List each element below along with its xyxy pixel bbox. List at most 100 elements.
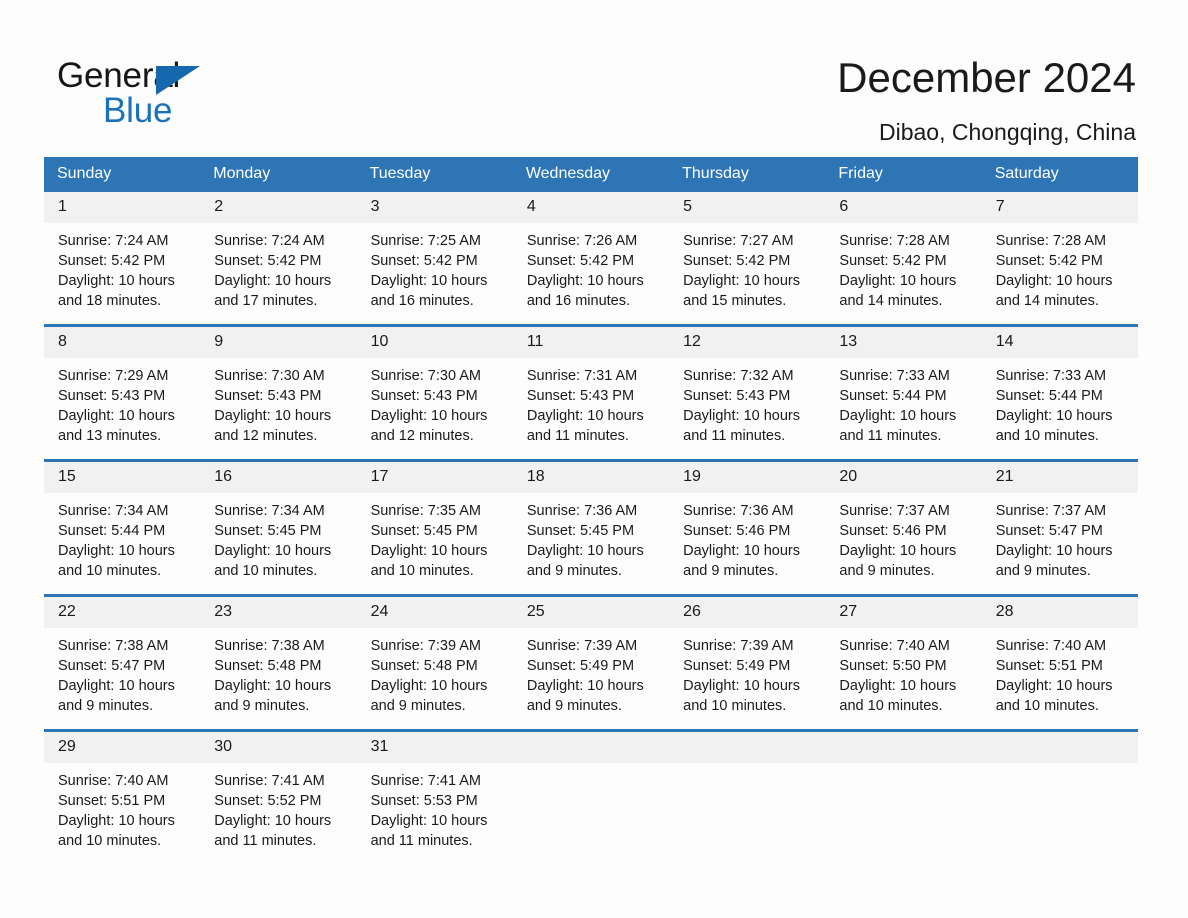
daylight-text-line1: Daylight: 10 hours [526,678,644,694]
day-number: 9 [200,327,357,358]
sunrise-text: Sunrise: 7:39 AM [526,638,638,654]
day-details: Sunrise: 7:37 AM Sunset: 5:47 PM Daylight:… [982,493,1138,581]
calendar-day-cell[interactable]: 8 Sunrise: 7:29 AM Sunset: 5:43 PM Daylight… [44,324,201,461]
calendar-day-cell[interactable]: 26 Sunrise: 7:39 AM Sunset: 5:49 PM Dayligh… [669,594,826,731]
calendar-day-cell[interactable]: 22 Sunrise: 7:38 AM Sunset: 5:47 PM Dayligh… [44,594,201,731]
sunrise-text: Sunrise: 7:40 AM [839,638,950,654]
sunrise-text: Sunrise: 7:27 AM [683,233,794,249]
daylight-text-line2: and 9 minutes. [370,698,466,714]
daylight-text-line2: and 12 minutes. [214,428,318,444]
calendar-week-row: 1 Sunrise: 7:24 AM Sunset: 5:42 PM Daylight… [44,192,1138,326]
daylight-text-line1: Daylight: 10 hours [526,408,644,424]
calendar-day-cell[interactable]: 6 Sunrise: 7:28 AM Sunset: 5:42 PM Daylight… [825,192,982,326]
sunrise-text: Sunrise: 7:30 AM [370,368,481,384]
calendar-day-cell[interactable]: 23 Sunrise: 7:38 AM Sunset: 5:48 PM Dayligh… [200,594,357,731]
calendar-day-cell[interactable]: 30 Sunrise: 7:41 AM Sunset: 5:52 PM Dayligh… [200,729,357,862]
calendar-day-cell[interactable]: 11 Sunrise: 7:31 AM Sunset: 5:43 PM Dayligh… [512,324,670,461]
sunset-text: Sunset: 5:50 PM [839,658,947,674]
calendar-day-cell[interactable]: 10 Sunrise: 7:30 AM Sunset: 5:43 PM Dayligh… [356,324,513,461]
day-number: 4 [512,192,670,223]
daylight-text-line2: and 15 minutes. [683,293,787,309]
day-details: Sunrise: 7:37 AM Sunset: 5:46 PM Daylight:… [825,493,981,581]
sunrise-text: Sunrise: 7:39 AM [370,638,481,654]
day-number: 25 [512,597,670,628]
calendar-day-cell[interactable]: 16 Sunrise: 7:34 AM Sunset: 5:45 PM Dayligh… [200,459,357,596]
calendar-day-cell[interactable]: 5 Sunrise: 7:27 AM Sunset: 5:42 PM Daylight… [669,192,826,326]
sunrise-text: Sunrise: 7:34 AM [58,503,169,519]
day-number: 5 [669,192,826,223]
sunset-text: Sunset: 5:52 PM [214,793,322,809]
calendar-day-cell[interactable]: 25 Sunrise: 7:39 AM Sunset: 5:49 PM Dayligh… [512,594,670,731]
generalblue-logo[interactable]: General Blue [57,50,257,130]
calendar-day-cell[interactable]: 17 Sunrise: 7:35 AM Sunset: 5:45 PM Dayligh… [356,459,513,596]
daylight-text-line2: and 10 minutes. [58,833,162,849]
daylight-text-line2: and 10 minutes. [995,428,1099,444]
calendar-day-cell[interactable]: 29 Sunrise: 7:40 AM Sunset: 5:51 PM Dayligh… [44,729,201,862]
sunrise-text: Sunrise: 7:33 AM [839,368,950,384]
daylight-text-line1: Daylight: 10 hours [683,678,800,694]
sunrise-text: Sunrise: 7:29 AM [58,368,169,384]
day-number: 17 [356,462,513,493]
calendar-day-cell[interactable]: 24 Sunrise: 7:39 AM Sunset: 5:48 PM Dayligh… [356,594,513,731]
calendar-day-cell[interactable]: 27 Sunrise: 7:40 AM Sunset: 5:50 PM Dayligh… [825,594,982,731]
day-number: 2 [200,192,357,223]
day-details: Sunrise: 7:34 AM Sunset: 5:45 PM Daylight:… [200,493,356,581]
daylight-text-line1: Daylight: 10 hours [58,408,175,424]
calendar-day-cell[interactable]: 15 Sunrise: 7:34 AM Sunset: 5:44 PM Dayligh… [44,459,201,596]
weekday-header-friday: Friday [825,157,982,192]
calendar-day-cell[interactable]: 18 Sunrise: 7:36 AM Sunset: 5:45 PM Dayligh… [512,459,670,596]
daylight-text-line1: Daylight: 10 hours [839,678,957,694]
calendar-week-row: 8 Sunrise: 7:29 AM Sunset: 5:43 PM Daylight… [44,324,1138,461]
day-details: Sunrise: 7:39 AM Sunset: 5:49 PM Daylight:… [669,628,825,716]
day-details: Sunrise: 7:30 AM Sunset: 5:43 PM Daylight:… [200,358,356,446]
daylight-text-line2: and 11 minutes. [839,428,942,444]
calendar-week-row: 15 Sunrise: 7:34 AM Sunset: 5:44 PM Dayligh… [44,459,1138,596]
day-details: Sunrise: 7:41 AM Sunset: 5:53 PM Daylight:… [357,763,513,851]
day-details: Sunrise: 7:35 AM Sunset: 5:45 PM Daylight:… [357,493,513,581]
daylight-text-line2: and 18 minutes. [58,293,162,309]
calendar-day-cell[interactable]: 13 Sunrise: 7:33 AM Sunset: 5:44 PM Dayligh… [825,324,982,461]
calendar-week-row: 29 Sunrise: 7:40 AM Sunset: 5:51 PM Dayligh… [44,729,1138,862]
calendar-day-cell[interactable]: 3 Sunrise: 7:25 AM Sunset: 5:42 PM Daylight… [356,192,513,326]
sunrise-text: Sunrise: 7:31 AM [526,368,638,384]
sunrise-text: Sunrise: 7:24 AM [214,233,325,249]
day-details: Sunrise: 7:24 AM Sunset: 5:42 PM Daylight:… [200,223,356,311]
daylight-text-line1: Daylight: 10 hours [995,408,1113,424]
sunrise-text: Sunrise: 7:40 AM [58,773,169,789]
calendar-day-cell[interactable]: 28 Sunrise: 7:40 AM Sunset: 5:51 PM Dayligh… [981,594,1138,731]
day-number: 22 [44,597,201,628]
sunset-text: Sunset: 5:42 PM [370,253,478,269]
calendar-day-cell[interactable]: 14 Sunrise: 7:33 AM Sunset: 5:44 PM Dayligh… [981,324,1138,461]
calendar-day-cell[interactable]: 2 Sunrise: 7:24 AM Sunset: 5:42 PM Daylight… [200,192,357,326]
calendar-day-cell[interactable]: 12 Sunrise: 7:32 AM Sunset: 5:43 PM Dayligh… [669,324,826,461]
sunset-text: Sunset: 5:44 PM [995,388,1103,404]
daylight-text-line1: Daylight: 10 hours [526,543,644,559]
sunset-text: Sunset: 5:48 PM [370,658,478,674]
daylight-text-line1: Daylight: 10 hours [995,273,1113,289]
daylight-text-line1: Daylight: 10 hours [995,543,1113,559]
calendar-empty-cell [512,729,670,862]
sunset-text: Sunset: 5:43 PM [526,388,635,404]
daylight-text-line2: and 10 minutes. [58,563,162,579]
calendar-day-cell[interactable]: 19 Sunrise: 7:36 AM Sunset: 5:46 PM Dayligh… [669,459,826,596]
calendar-day-cell[interactable]: 20 Sunrise: 7:37 AM Sunset: 5:46 PM Dayligh… [825,459,982,596]
daylight-text-line2: and 9 minutes. [526,563,622,579]
calendar-day-cell[interactable]: 4 Sunrise: 7:26 AM Sunset: 5:42 PM Daylight… [512,192,670,326]
weekday-header-thursday: Thursday [669,157,826,192]
daylight-text-line1: Daylight: 10 hours [370,543,488,559]
calendar-day-cell[interactable]: 9 Sunrise: 7:30 AM Sunset: 5:43 PM Daylight… [200,324,357,461]
sunset-text: Sunset: 5:49 PM [526,658,635,674]
calendar-day-cell[interactable]: 7 Sunrise: 7:28 AM Sunset: 5:42 PM Daylight… [981,192,1138,326]
day-details: Sunrise: 7:26 AM Sunset: 5:42 PM Daylight:… [513,223,669,311]
calendar-day-cell[interactable]: 1 Sunrise: 7:24 AM Sunset: 5:42 PM Daylight… [44,192,201,326]
day-number [512,732,670,763]
daylight-text-line2: and 10 minutes. [370,563,474,579]
day-number [981,732,1138,763]
calendar-day-cell[interactable]: 31 Sunrise: 7:41 AM Sunset: 5:53 PM Dayligh… [356,729,513,862]
sunrise-text: Sunrise: 7:24 AM [58,233,169,249]
daylight-text-line2: and 10 minutes. [214,563,318,579]
day-number: 24 [356,597,513,628]
day-number: 28 [981,597,1138,628]
calendar-day-cell[interactable]: 21 Sunrise: 7:37 AM Sunset: 5:47 PM Dayligh… [981,459,1138,596]
sunrise-text: Sunrise: 7:35 AM [370,503,481,519]
